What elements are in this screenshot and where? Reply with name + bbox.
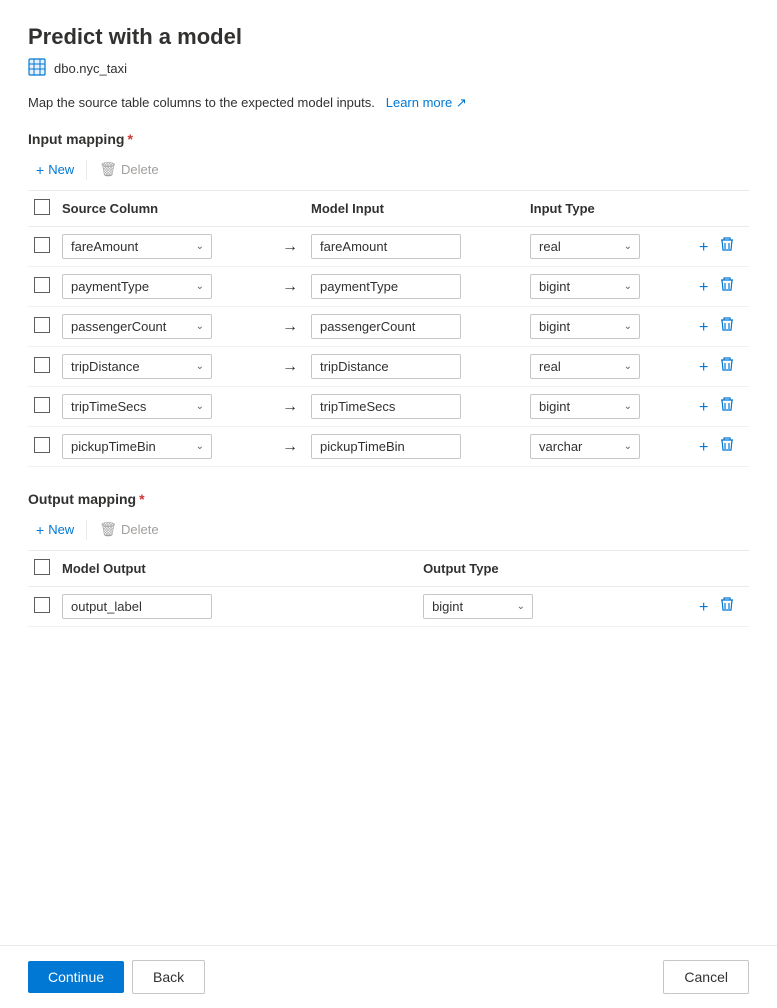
output-mapping-table: Model Output Output Type bigintrealvarch… bbox=[28, 551, 749, 627]
output-mapping-title: Output mapping* bbox=[28, 491, 749, 507]
input-mapping-table: Source Column Model Input Input Type far… bbox=[28, 191, 749, 467]
input-delete-button[interactable]: 🗑 Delete bbox=[91, 157, 166, 182]
input-mapping-row: tripDistance ⌄ → realbigintvarcharintflo… bbox=[28, 347, 749, 387]
delete-output-row-button-0[interactable] bbox=[716, 592, 738, 616]
learn-more-link[interactable]: Learn more ↗ bbox=[382, 95, 467, 110]
input-select-all-checkbox[interactable] bbox=[34, 199, 50, 215]
toolbar-divider bbox=[86, 160, 87, 180]
output-toolbar-divider bbox=[86, 520, 87, 540]
plus-icon-output: + bbox=[36, 522, 44, 538]
output-mapping-section: Output mapping* + New 🗑 Delete Model Out… bbox=[28, 491, 749, 627]
model-input-field-1[interactable] bbox=[311, 274, 461, 299]
output-type-select-0[interactable]: bigintrealvarcharintfloatnvarcharbit bbox=[423, 594, 533, 619]
input-type-header: Input Type bbox=[524, 191, 689, 227]
delete-input-row-button-0[interactable] bbox=[716, 232, 738, 256]
continue-button[interactable]: Continue bbox=[28, 961, 124, 993]
add-input-row-button-2[interactable]: + bbox=[695, 315, 712, 341]
input-type-select-4[interactable]: realbigintvarcharintfloatnvarcharbit bbox=[530, 394, 640, 419]
model-input-field-5[interactable] bbox=[311, 434, 461, 459]
output-new-button[interactable]: + New bbox=[28, 518, 82, 542]
page-title: Predict with a model bbox=[28, 24, 749, 50]
output-select-all-header bbox=[28, 551, 56, 587]
description-text: Map the source table columns to the expe… bbox=[28, 95, 749, 111]
input-row-checkbox-5[interactable] bbox=[34, 437, 50, 453]
input-row-checkbox-2[interactable] bbox=[34, 317, 50, 333]
delete-input-row-button-3[interactable] bbox=[716, 352, 738, 376]
input-new-button[interactable]: + New bbox=[28, 158, 82, 182]
delete-input-row-button-2[interactable] bbox=[716, 312, 738, 336]
input-mapping-row: passengerCount ⌄ → realbigintvarcharintf… bbox=[28, 307, 749, 347]
output-mapping-toolbar: + New 🗑 Delete bbox=[28, 517, 749, 551]
main-container: Predict with a model dbo.nyc_taxi Map th… bbox=[0, 0, 777, 945]
input-row-checkbox-1[interactable] bbox=[34, 277, 50, 293]
output-select-all-checkbox[interactable] bbox=[34, 559, 50, 575]
output-mapping-row: bigintrealvarcharintfloatnvarcharbit ⌄ + bbox=[28, 587, 749, 627]
source-column-select-0[interactable]: fareAmount bbox=[62, 234, 212, 259]
model-input-field-4[interactable] bbox=[311, 394, 461, 419]
trash-icon: 🗑 bbox=[99, 161, 117, 178]
source-column-select-2[interactable]: passengerCount bbox=[62, 314, 212, 339]
input-row-checkbox-4[interactable] bbox=[34, 397, 50, 413]
footer: Continue Back Cancel bbox=[0, 945, 777, 1008]
table-source-row: dbo.nyc_taxi bbox=[28, 58, 749, 79]
cancel-button[interactable]: Cancel bbox=[663, 960, 749, 994]
arrow-icon-1: → bbox=[275, 267, 305, 307]
model-input-field-3[interactable] bbox=[311, 354, 461, 379]
table-icon bbox=[28, 58, 46, 79]
arrow-icon-3: → bbox=[275, 347, 305, 387]
model-input-field-2[interactable] bbox=[311, 314, 461, 339]
input-mapping-row: fareAmount ⌄ → realbigintvarcharintfloat… bbox=[28, 227, 749, 267]
input-row-checkbox-0[interactable] bbox=[34, 237, 50, 253]
source-column-select-1[interactable]: paymentType bbox=[62, 274, 212, 299]
input-mapping-row: paymentType ⌄ → realbigintvarcharintfloa… bbox=[28, 267, 749, 307]
source-column-select-3[interactable]: tripDistance bbox=[62, 354, 212, 379]
input-type-select-1[interactable]: realbigintvarcharintfloatnvarcharbit bbox=[530, 274, 640, 299]
input-type-select-3[interactable]: realbigintvarcharintfloatnvarcharbit bbox=[530, 354, 640, 379]
output-type-header: Output Type bbox=[417, 551, 689, 587]
output-row-checkbox-0[interactable] bbox=[34, 597, 50, 613]
output-delete-button[interactable]: 🗑 Delete bbox=[91, 517, 166, 542]
delete-input-row-button-5[interactable] bbox=[716, 432, 738, 456]
add-input-row-button-0[interactable]: + bbox=[695, 235, 712, 261]
add-input-row-button-3[interactable]: + bbox=[695, 355, 712, 381]
model-output-header: Model Output bbox=[56, 551, 417, 587]
plus-icon: + bbox=[36, 162, 44, 178]
arrow-icon-0: → bbox=[275, 227, 305, 267]
add-input-row-button-1[interactable]: + bbox=[695, 275, 712, 301]
arrow-icon-4: → bbox=[275, 387, 305, 427]
source-column-header: Source Column bbox=[56, 191, 275, 227]
add-output-row-button-0[interactable]: + bbox=[695, 595, 712, 621]
input-mapping-section: Input mapping* + New 🗑 Delete Source Col… bbox=[28, 131, 749, 467]
input-mapping-toolbar: + New 🗑 Delete bbox=[28, 157, 749, 191]
input-type-select-0[interactable]: realbigintvarcharintfloatnvarcharbit bbox=[530, 234, 640, 259]
add-input-row-button-4[interactable]: + bbox=[695, 395, 712, 421]
arrow-icon-5: → bbox=[275, 427, 305, 467]
input-mapping-row: tripTimeSecs ⌄ → realbigintvarcharintflo… bbox=[28, 387, 749, 427]
model-input-header: Model Input bbox=[305, 191, 524, 227]
input-type-select-5[interactable]: realbigintvarcharintfloatnvarcharbit bbox=[530, 434, 640, 459]
back-button[interactable]: Back bbox=[132, 960, 205, 994]
input-row-checkbox-3[interactable] bbox=[34, 357, 50, 373]
input-mapping-title: Input mapping* bbox=[28, 131, 749, 147]
add-input-row-button-5[interactable]: + bbox=[695, 435, 712, 461]
model-input-field-0[interactable] bbox=[311, 234, 461, 259]
input-type-select-2[interactable]: realbigintvarcharintfloatnvarcharbit bbox=[530, 314, 640, 339]
arrow-icon-2: → bbox=[275, 307, 305, 347]
trash-icon-output: 🗑 bbox=[99, 521, 117, 538]
delete-input-row-button-1[interactable] bbox=[716, 272, 738, 296]
delete-input-row-button-4[interactable] bbox=[716, 392, 738, 416]
model-output-field-0[interactable] bbox=[62, 594, 212, 619]
input-select-all-header bbox=[28, 191, 56, 227]
source-column-select-4[interactable]: tripTimeSecs bbox=[62, 394, 212, 419]
input-mapping-row: pickupTimeBin ⌄ → realbigintvarcharintfl… bbox=[28, 427, 749, 467]
table-source-label: dbo.nyc_taxi bbox=[54, 61, 127, 76]
source-column-select-5[interactable]: pickupTimeBin bbox=[62, 434, 212, 459]
